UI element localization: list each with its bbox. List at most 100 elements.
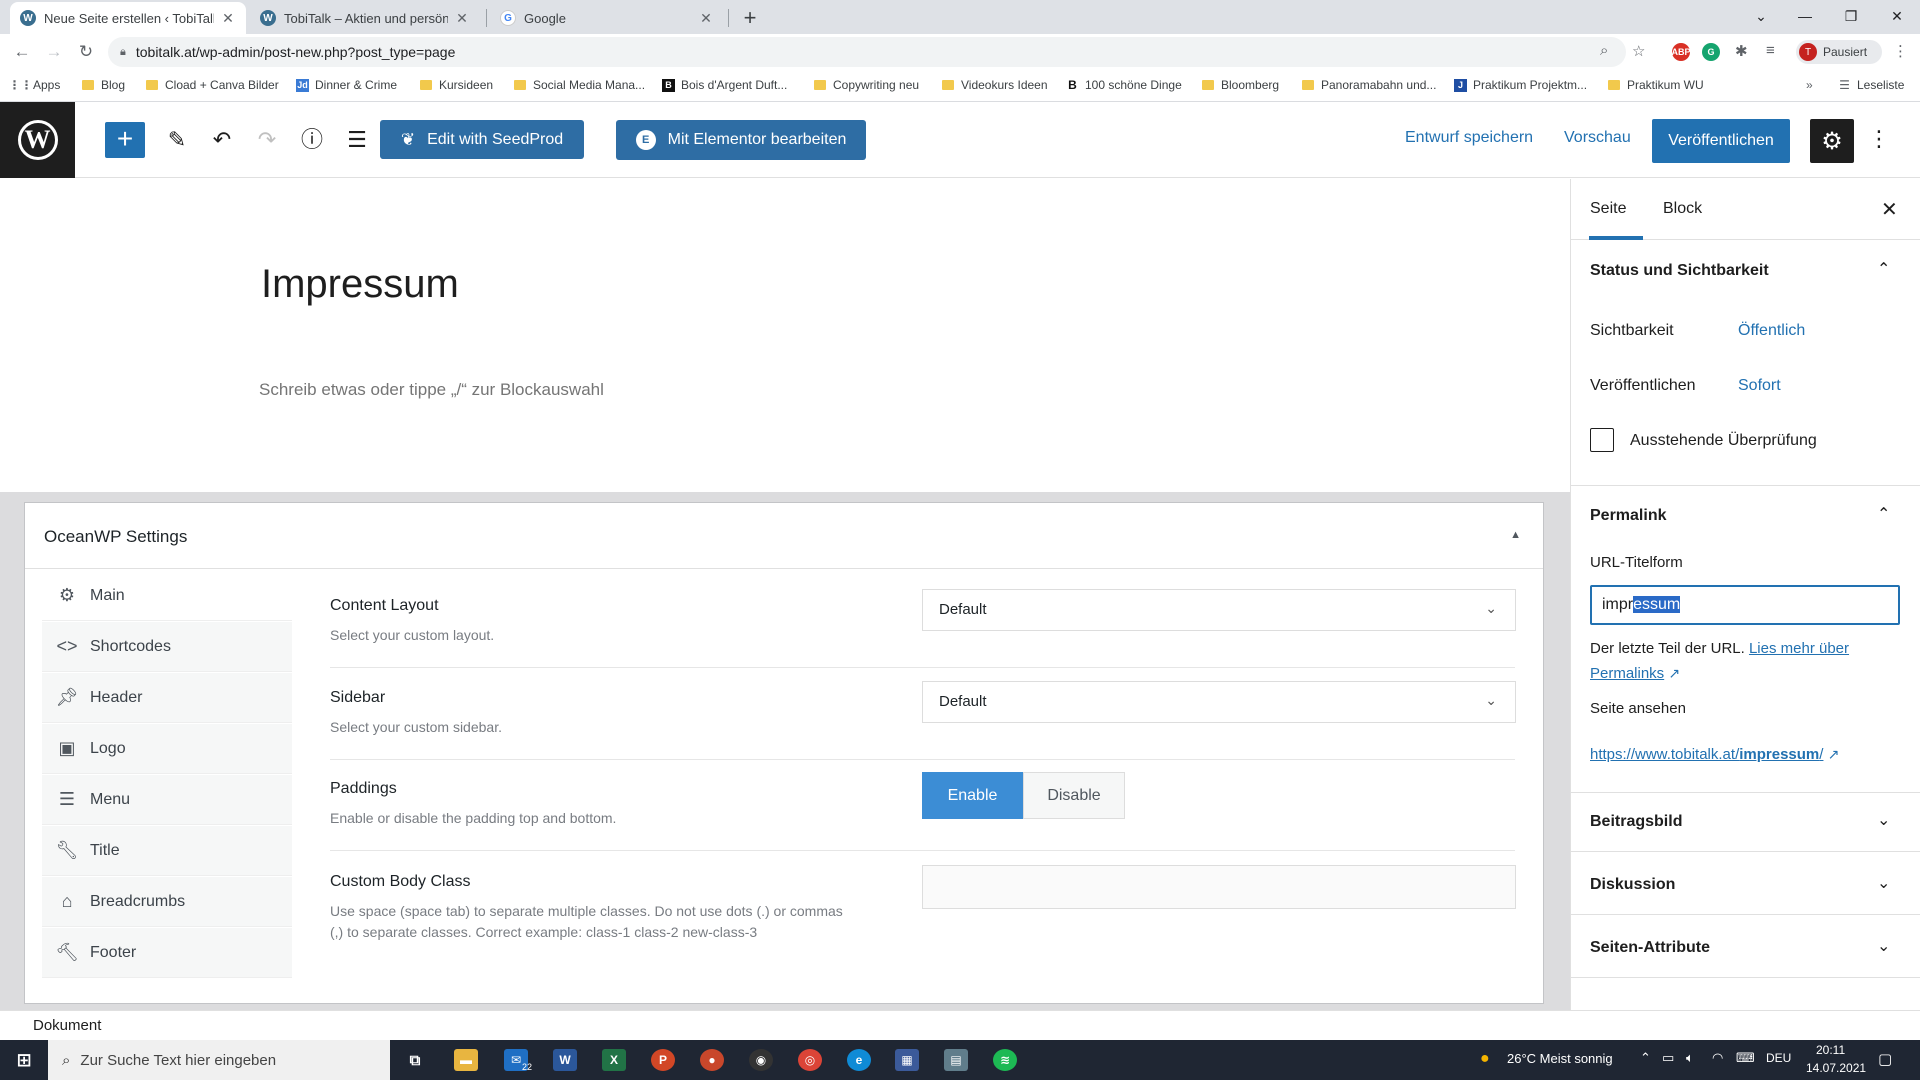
powerpoint-icon[interactable]: P <box>651 1049 675 1071</box>
bookmark-folder[interactable]: Praktikum WU <box>1608 78 1704 92</box>
bookmark-folder[interactable]: Bloomberg <box>1202 78 1279 92</box>
taskbar-search-box[interactable]: ⌕ Zur Suche Text hier eingeben <box>48 1040 390 1080</box>
permalink-heading[interactable]: Permalink <box>1590 507 1666 525</box>
redo-icon[interactable]: ↷ <box>253 126 281 154</box>
address-bar[interactable]: 🔒︎ tobitalk.at/wp-admin/post-new.php?pos… <box>108 37 1626 67</box>
bookmark-folder[interactable]: Panoramabahn und... <box>1302 78 1436 92</box>
weather-text[interactable]: 26°C Meist sonnig <box>1507 1051 1613 1066</box>
new-tab-button[interactable]: + <box>736 4 764 32</box>
close-sidebar-icon[interactable]: ✕ <box>1881 197 1898 222</box>
chevron-up-icon[interactable]: ⌃ <box>1877 504 1890 524</box>
edge-icon[interactable]: e <box>847 1049 871 1071</box>
media-control-icon[interactable]: ≡ <box>1766 42 1775 59</box>
chevron-down-icon[interactable]: ⌄ <box>1877 873 1890 893</box>
page-title[interactable]: Impressum <box>261 262 459 307</box>
save-draft-button[interactable]: Entwurf speichern <box>1405 129 1533 147</box>
task-view-icon[interactable]: ⧉ <box>403 1049 427 1071</box>
bookmark-folder[interactable]: Copywriting neu <box>814 78 919 92</box>
enable-button[interactable]: Enable <box>922 772 1023 819</box>
publish-date-toggle[interactable]: Sofort <box>1738 377 1781 395</box>
nav-item-shortcodes[interactable]: <> Shortcodes <box>42 622 292 672</box>
back-icon[interactable]: ← <box>8 38 36 66</box>
profile-button[interactable]: T Pausiert <box>1796 40 1882 64</box>
discussion-heading[interactable]: Diskussion <box>1590 876 1675 894</box>
publish-button[interactable]: Veröffentlichen <box>1652 119 1790 163</box>
app-icon[interactable]: ▤ <box>944 1049 968 1071</box>
obs-icon[interactable]: ◉ <box>749 1049 773 1071</box>
minimize-button[interactable]: — <box>1782 0 1828 34</box>
view-page-link[interactable]: https://www.tobitalk.at/impressum/ ↗ <box>1590 746 1839 763</box>
visibility-toggle[interactable]: Öffentlich <box>1738 322 1805 340</box>
custom-body-class-input[interactable] <box>922 865 1516 909</box>
chevron-up-icon[interactable]: ⌃ <box>1877 259 1890 279</box>
nav-item-menu[interactable]: ☰ Menu <box>42 775 292 825</box>
reload-icon[interactable]: ↻ <box>72 38 100 66</box>
block-placeholder[interactable]: Schreib etwas oder tippe „/“ zur Blockau… <box>259 380 604 400</box>
more-options-icon[interactable]: ⋮ <box>1868 126 1890 152</box>
block-inserter-button[interactable]: + <box>105 122 145 158</box>
bookmark-link[interactable]: B 100 schöne Dinge <box>1066 78 1182 92</box>
pending-review-label[interactable]: Ausstehende Überprüfung <box>1630 432 1817 450</box>
app-icon[interactable]: ● <box>700 1049 724 1071</box>
url-slug-input[interactable]: impressum <box>1590 585 1900 625</box>
edit-with-elementor-button[interactable]: E Mit Elementor bearbeiten <box>616 120 866 160</box>
nav-item-breadcrumbs[interactable]: ⌂ Breadcrumbs <box>42 877 292 927</box>
tab-close-icon[interactable]: ✕ <box>220 10 236 27</box>
bookmark-link[interactable]: J Praktikum Projektm... <box>1454 78 1587 92</box>
pencil-icon[interactable]: ✎ <box>163 126 191 154</box>
chrome-menu-icon[interactable]: ⋮ <box>1893 42 1908 60</box>
tab-search-icon[interactable]: ⌄ <box>1738 0 1784 34</box>
bookmark-link[interactable]: Jd Dinner & Crime <box>296 78 397 92</box>
bookmark-star-icon[interactable]: ☆ <box>1632 42 1645 60</box>
language-indicator[interactable]: DEU <box>1766 1051 1791 1065</box>
battery-icon[interactable]: ▭ <box>1662 1050 1674 1066</box>
browser-tab-new-page[interactable]: W Neue Seite erstellen ‹ TobiTalk — ✕ <box>10 2 246 34</box>
reading-list[interactable]: ☰ Leseliste <box>1838 78 1904 92</box>
page-attributes-heading[interactable]: Seiten-Attribute <box>1590 939 1710 957</box>
forward-icon[interactable]: → <box>40 38 68 66</box>
bookmark-folder[interactable]: Videokurs Ideen <box>942 78 1048 92</box>
tab-page[interactable]: Seite <box>1590 200 1626 218</box>
pending-review-checkbox[interactable] <box>1590 428 1614 452</box>
wordpress-logo[interactable]: W <box>0 102 75 178</box>
grammarly-extension-icon[interactable]: G <box>1702 43 1720 61</box>
list-view-icon[interactable]: ☰ <box>343 126 371 154</box>
edit-with-seedprod-button[interactable]: ❦ Edit with SeedProd <box>380 120 584 159</box>
nav-item-footer[interactable]: 🔨︎ Footer <box>42 928 292 978</box>
nav-item-logo[interactable]: ▣ Logo <box>42 724 292 774</box>
chrome-icon[interactable]: ◎ <box>798 1049 822 1071</box>
browser-tab-google[interactable]: G Google ✕ <box>490 2 724 34</box>
bookmark-folder[interactable]: Social Media Mana... <box>514 78 645 92</box>
file-explorer-icon[interactable]: ▬ <box>454 1049 478 1071</box>
windows-start-icon[interactable]: ⊞ <box>12 1049 36 1071</box>
clock-time[interactable]: 20:11 <box>1816 1043 1845 1057</box>
tray-chevron-icon[interactable]: ⌃ <box>1640 1050 1651 1066</box>
content-layout-select[interactable]: Default ⌄ <box>922 589 1516 631</box>
speaker-icon[interactable]: 🔈︎ <box>1686 1050 1694 1066</box>
disable-button[interactable]: Disable <box>1023 772 1125 819</box>
network-icon[interactable]: ◠ <box>1712 1050 1723 1066</box>
nav-item-header[interactable]: 📌︎ Header <box>42 673 292 723</box>
info-icon[interactable]: ⓘ <box>298 126 326 154</box>
bookmark-apps[interactable]: ⋮⋮ Apps <box>9 78 61 92</box>
spotify-icon[interactable]: ≋ <box>993 1049 1017 1071</box>
breadcrumb[interactable]: Dokument <box>33 1017 101 1034</box>
extensions-puzzle-icon[interactable]: ✱ <box>1735 42 1748 60</box>
collapse-toggle-icon[interactable]: ▲ <box>1510 529 1521 541</box>
preview-button[interactable]: Vorschau <box>1564 129 1631 147</box>
tab-close-icon[interactable]: ✕ <box>698 10 714 27</box>
bookmark-folder[interactable]: Kursideen <box>420 78 493 92</box>
undo-icon[interactable]: ↶ <box>208 126 236 154</box>
featured-image-heading[interactable]: Beitragsbild <box>1590 813 1682 831</box>
chevron-down-icon[interactable]: ⌄ <box>1877 810 1890 830</box>
tab-close-icon[interactable]: ✕ <box>454 10 470 27</box>
bookmark-folder[interactable]: Cload + Canva Bilder <box>146 78 279 92</box>
bookmark-link[interactable]: B Bois d'Argent Duft... <box>662 78 787 92</box>
bookmark-folder[interactable]: Blog <box>82 78 125 92</box>
nav-item-main[interactable]: ⚙ Main <box>42 571 292 621</box>
word-icon[interactable]: W <box>553 1049 577 1071</box>
excel-icon[interactable]: X <box>602 1049 626 1071</box>
tab-block[interactable]: Block <box>1663 200 1702 218</box>
close-window-button[interactable]: ✕ <box>1874 0 1920 34</box>
settings-gear-icon[interactable]: ⚙ <box>1810 119 1854 163</box>
